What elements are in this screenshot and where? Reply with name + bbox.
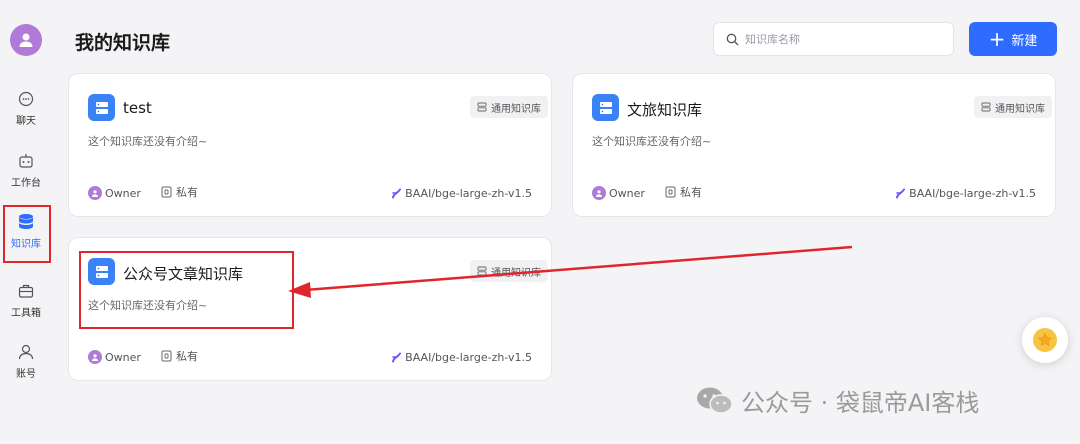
owner-avatar-icon	[592, 186, 606, 200]
model-label: BAAI/bge-large-zh-v1.5	[405, 187, 532, 200]
favorite-fab-button[interactable]	[1022, 317, 1068, 363]
sidebar-item-label: 工作台	[11, 178, 41, 189]
owner-label: Owner	[105, 350, 141, 364]
model-label: BAAI/bge-large-zh-v1.5	[909, 187, 1036, 200]
plus-icon: +	[988, 27, 1006, 51]
model-icon	[896, 188, 906, 199]
card-visibility: 私有	[665, 184, 702, 200]
search-box[interactable]	[713, 22, 954, 56]
watermark-text: 公众号 · 袋鼠帝AI客栈	[741, 389, 980, 417]
card-model: BAAI/bge-large-zh-v1.5	[391, 351, 532, 364]
sidebar-item-toolbox[interactable]: 工具箱	[0, 280, 52, 319]
model-label: BAAI/bge-large-zh-v1.5	[405, 351, 532, 364]
server-icon	[477, 102, 487, 112]
visibility-label: 私有	[176, 186, 198, 199]
user-avatar[interactable]	[10, 24, 42, 56]
card-model: BAAI/bge-large-zh-v1.5	[391, 187, 532, 200]
user-avatar-icon	[19, 33, 33, 47]
server-icon	[477, 266, 487, 276]
card-owner: Owner	[88, 186, 141, 200]
owner-label: Owner	[609, 186, 645, 200]
knowledge-base-icon	[88, 94, 115, 121]
visibility-label: 私有	[680, 186, 702, 199]
search-icon	[726, 33, 739, 45]
owner-label: Owner	[105, 186, 141, 200]
page-title: 我的知识库	[75, 32, 171, 54]
lock-icon	[665, 186, 676, 198]
card-tag-label: 通用知识库	[491, 267, 541, 279]
knowledge-base-card[interactable]: test 通用知识库 这个知识库还没有介绍~ Owner 私有 BAAI/bge…	[68, 73, 552, 217]
card-model: BAAI/bge-large-zh-v1.5	[895, 187, 1036, 200]
sidebar-item-label: 工具箱	[11, 308, 41, 319]
knowledge-base-card[interactable]: 文旅知识库 通用知识库 这个知识库还没有介绍~ Owner 私有 BAAI/bg…	[572, 73, 1056, 217]
lock-icon	[161, 350, 172, 362]
sidebar-item-account[interactable]: 账号	[0, 341, 52, 380]
card-description: 这个知识库还没有介绍~	[592, 135, 712, 148]
search-input[interactable]	[745, 32, 945, 46]
robot-icon	[15, 150, 37, 172]
owner-avatar-icon	[88, 186, 102, 200]
wechat-icon	[697, 387, 733, 414]
new-button-label: 新建	[1011, 33, 1038, 49]
visibility-label: 私有	[176, 350, 198, 363]
sidebar-annotation-box	[3, 205, 51, 263]
card-title: test	[123, 99, 152, 117]
card-visibility: 私有	[161, 348, 198, 364]
chat-icon	[15, 88, 37, 110]
star-icon	[1033, 328, 1057, 352]
card-type-tag: 通用知识库	[470, 260, 548, 282]
new-button[interactable]: + 新建	[969, 22, 1057, 56]
card-type-tag: 通用知识库	[974, 96, 1052, 118]
user-icon	[15, 341, 37, 363]
card-tag-label: 通用知识库	[491, 103, 541, 115]
lock-icon	[161, 186, 172, 198]
server-icon	[981, 102, 991, 112]
card-tag-label: 通用知识库	[995, 103, 1045, 115]
sidebar-item-label: 账号	[16, 369, 36, 380]
card-owner: Owner	[88, 350, 141, 364]
card-title: 文旅知识库	[627, 101, 703, 119]
card-annotation-box	[79, 251, 294, 329]
sidebar-item-workbench[interactable]: 工作台	[0, 150, 52, 189]
sidebar-item-label: 聊天	[16, 116, 36, 127]
model-icon	[392, 188, 402, 199]
card-visibility: 私有	[161, 184, 198, 200]
card-description: 这个知识库还没有介绍~	[88, 135, 208, 148]
sidebar: 聊天 工作台 知识库 工具箱 账号	[0, 0, 52, 444]
card-owner: Owner	[592, 186, 645, 200]
toolbox-icon	[15, 280, 37, 302]
watermark: 公众号 · 袋鼠帝AI客栈	[695, 383, 979, 418]
model-icon	[392, 352, 402, 363]
knowledge-base-icon	[592, 94, 619, 121]
owner-avatar-icon	[88, 350, 102, 364]
sidebar-item-chat[interactable]: 聊天	[0, 88, 52, 127]
card-type-tag: 通用知识库	[470, 96, 548, 118]
